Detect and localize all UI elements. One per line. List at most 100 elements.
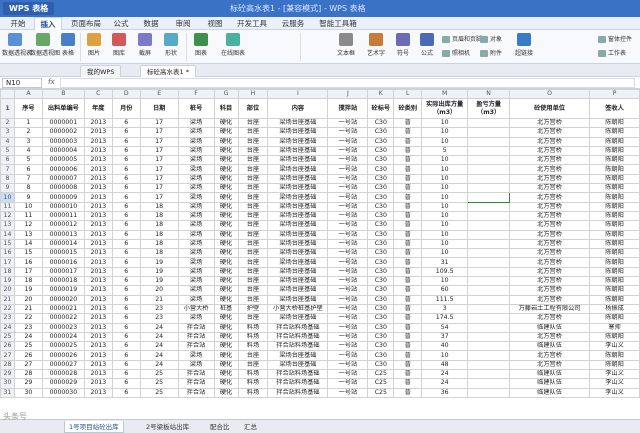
table-cell[interactable]: 20 <box>13 294 43 305</box>
row-number[interactable]: 6 <box>0 155 15 166</box>
table-cell[interactable] <box>467 164 511 175</box>
table-cell[interactable]: 北方宫桥 <box>509 313 590 324</box>
table-cell[interactable]: 台座 <box>237 285 269 296</box>
table-cell[interactable]: 0000028 <box>41 368 85 380</box>
table-cell[interactable] <box>467 136 511 147</box>
row-number[interactable]: 16 <box>0 248 15 259</box>
textbox-button[interactable]: 文本框 <box>332 33 360 57</box>
table-cell[interactable]: 梁场台座基础 <box>267 266 329 278</box>
table-cell[interactable]: 拌合站料场基础 <box>267 322 329 333</box>
header-cell[interactable]: 日期 <box>139 98 179 119</box>
table-cell[interactable]: 6 <box>111 276 141 287</box>
table-cell[interactable]: 小营大桥 <box>177 303 215 315</box>
table-cell[interactable]: 0000018 <box>41 276 85 287</box>
table-cell[interactable]: 台座 <box>237 201 269 212</box>
table-cell[interactable]: 48 <box>421 359 469 371</box>
table-cell[interactable]: 0000023 <box>41 322 85 333</box>
table-cell[interactable]: 2013 <box>83 313 113 324</box>
table-cell[interactable]: 17 <box>13 266 43 278</box>
table-cell[interactable]: 临建队伍 <box>509 368 590 380</box>
table-cell[interactable]: 北方宫桥 <box>509 238 590 250</box>
table-cell[interactable]: 0000009 <box>41 192 85 203</box>
column-header[interactable]: O <box>509 89 590 99</box>
doc-tab-my-wps[interactable]: 我的WPS <box>80 65 122 77</box>
table-cell[interactable]: 陈朝阳 <box>589 350 640 361</box>
table-cell[interactable]: 北方宫桥 <box>509 350 590 361</box>
table-cell[interactable]: 北方宫桥 <box>509 331 590 343</box>
table-cell[interactable]: 硬化 <box>213 276 239 287</box>
table-cell[interactable] <box>467 210 511 222</box>
table-cell[interactable]: 陈朝阳 <box>589 210 640 222</box>
table-cell[interactable]: 0000019 <box>41 285 85 296</box>
spreadsheet-grid[interactable]: A B C D E F G H I J K L M N O P 1 序号 出料单… <box>0 89 640 419</box>
row-number[interactable]: 31 <box>0 387 15 398</box>
table-cell[interactable]: 梁场台座基础 <box>267 238 329 250</box>
table-cell[interactable]: 硬化 <box>213 117 239 129</box>
table-cell[interactable]: 10 <box>421 210 469 222</box>
column-header[interactable]: L <box>393 89 423 99</box>
doc-tab-current[interactable]: 标砼高水表1 * <box>140 65 196 77</box>
table-cell[interactable]: C30 <box>367 276 395 287</box>
table-cell[interactable]: C30 <box>367 257 395 268</box>
table-cell[interactable]: 台座 <box>237 183 269 194</box>
table-cell[interactable]: 2013 <box>83 257 113 268</box>
header-cell[interactable]: 搅拌站 <box>327 98 369 119</box>
table-cell[interactable]: 梁场 <box>177 313 215 324</box>
table-cell[interactable]: 6 <box>111 238 141 250</box>
table-cell[interactable]: 6 <box>111 127 141 138</box>
screenshot-button[interactable]: 截屏 <box>134 33 156 57</box>
table-cell[interactable] <box>467 201 511 212</box>
table-cell[interactable]: 梁场台座基础 <box>267 173 329 185</box>
table-cell[interactable]: 台座 <box>237 313 269 324</box>
table-cell[interactable]: 2013 <box>83 350 113 361</box>
sheet-tab-4[interactable]: 汇总 <box>240 421 261 433</box>
table-cell[interactable]: 2013 <box>83 285 113 296</box>
table-cell[interactable] <box>467 276 511 287</box>
table-cell[interactable]: C30 <box>367 341 395 352</box>
header-footer-button[interactable]: 页眉和页脚 <box>442 34 482 43</box>
table-cell[interactable]: 6 <box>111 183 141 194</box>
table-cell[interactable]: 10 <box>421 248 469 259</box>
table-cell[interactable]: 梁场台座基础 <box>267 294 329 305</box>
table-cell[interactable]: 一号站 <box>327 183 369 194</box>
table-cell[interactable]: 梁场 <box>177 210 215 222</box>
table-cell[interactable]: 硬化 <box>213 210 239 222</box>
table-cell[interactable]: 24 <box>421 378 469 389</box>
table-cell[interactable]: 北方宫桥 <box>509 276 590 287</box>
column-header[interactable]: P <box>589 89 640 99</box>
chart-button[interactable]: 图表 <box>190 33 212 57</box>
table-cell[interactable]: C30 <box>367 285 395 296</box>
tab-smart-tools[interactable]: 智能工具箱 <box>314 17 362 30</box>
table-cell[interactable]: 37 <box>421 331 469 343</box>
table-cell[interactable]: 陈朝阳 <box>589 201 640 212</box>
table-cell[interactable]: 一号站 <box>327 238 369 250</box>
table-cell[interactable]: 17 <box>139 183 179 194</box>
table-cell[interactable]: C30 <box>367 164 395 175</box>
column-header[interactable]: I <box>267 89 329 99</box>
corner-cell[interactable] <box>0 89 15 99</box>
table-cell[interactable]: 6 <box>111 229 141 240</box>
column-header[interactable]: D <box>111 89 141 99</box>
table-cell[interactable]: 台座 <box>237 155 269 166</box>
table-cell[interactable]: 陈朝阳 <box>589 248 640 259</box>
table-cell[interactable]: 陈朝阳 <box>589 331 640 343</box>
column-header[interactable]: A <box>13 89 43 99</box>
table-cell[interactable]: 桩基 <box>213 303 239 315</box>
table-cell[interactable]: 19 <box>139 257 179 268</box>
table-cell[interactable]: 普 <box>393 155 423 166</box>
table-cell[interactable]: C30 <box>367 210 395 222</box>
table-cell[interactable]: 拌合站 <box>177 331 215 343</box>
sheet-tab-3[interactable]: 配合比 <box>206 421 234 433</box>
table-cell[interactable]: 31 <box>421 257 469 268</box>
table-cell[interactable]: C30 <box>367 155 395 166</box>
tab-view[interactable]: 视图 <box>202 17 228 30</box>
table-cell[interactable] <box>467 183 511 194</box>
table-cell[interactable]: 2013 <box>83 136 113 147</box>
table-cell[interactable]: 拌合站 <box>177 378 215 389</box>
table-cell[interactable]: 硬化 <box>213 331 239 343</box>
symbol-button[interactable]: 符号 <box>392 33 414 57</box>
header-cell[interactable]: 盈亏方量（m3） <box>467 98 511 119</box>
table-cell[interactable]: 21 <box>13 303 43 315</box>
table-cell[interactable]: 陈朝阳 <box>589 359 640 371</box>
table-cell[interactable]: 6 <box>111 303 141 315</box>
